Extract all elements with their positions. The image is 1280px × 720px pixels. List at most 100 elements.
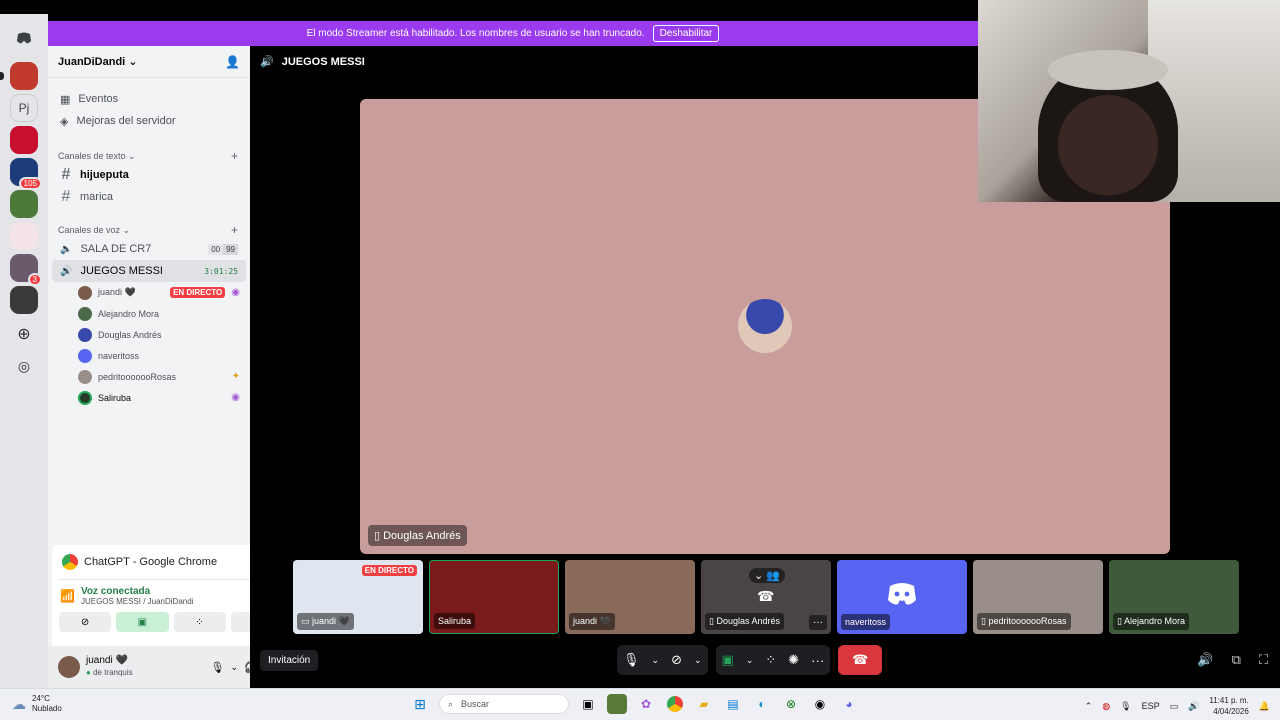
search-icon: ⌕ xyxy=(448,698,454,709)
activities-button[interactable]: ⁘ xyxy=(173,612,226,632)
avatar[interactable] xyxy=(58,656,80,678)
events-label: Eventos xyxy=(78,93,119,105)
channel-hijueputa[interactable]: # hijueputa xyxy=(52,164,246,186)
participant-tile[interactable]: EN DIRECTO ▭ juandi 🖤 xyxy=(293,560,423,634)
windows-start-icon[interactable]: ⊞ xyxy=(410,694,430,714)
popout-icon[interactable]: ⧉ xyxy=(1232,652,1241,668)
server-icon-1[interactable] xyxy=(0,62,38,90)
weather-widget[interactable]: ☁ 24°C Nublado xyxy=(12,694,62,714)
voice-user[interactable]: Saliruba ◉ xyxy=(48,387,250,408)
hangup-icon: ☎ xyxy=(852,652,869,667)
voice-user[interactable]: naveritoss xyxy=(48,345,250,366)
server-icon-pj[interactable]: Pj xyxy=(10,94,38,122)
disable-streamer-button[interactable]: Deshabilitar xyxy=(652,25,720,42)
tile-actions-icon[interactable]: ⌄ 👥 xyxy=(749,568,785,583)
network-icon[interactable]: ▭ xyxy=(1170,701,1179,712)
participant-tile[interactable]: ⌄ 👥 ☎ ▯ Douglas Andrés ··· xyxy=(701,560,831,634)
discord-taskbar-icon[interactable]: ◕ xyxy=(839,694,859,714)
participant-tile[interactable]: ▯ pedritooooooRosas xyxy=(973,560,1103,634)
audio-video-controls: 🎙 ⌄ ⊘ ⌄ xyxy=(617,645,708,675)
chrome-icon[interactable] xyxy=(665,694,685,714)
voice-channel-juegos[interactable]: 🔊 JUEGOS MESSI 3:01:25 xyxy=(52,260,246,282)
discord-home-icon[interactable] xyxy=(10,24,38,52)
chevron-down-icon[interactable]: ⌄ xyxy=(652,655,660,666)
voice-user[interactable]: juandi 🖤 EN DIRECTO ◉ xyxy=(48,282,250,303)
chevron-down-icon[interactable]: ⌄ xyxy=(230,662,238,673)
chevron-down-icon[interactable]: ⌄ xyxy=(694,655,702,666)
webcam-overlay xyxy=(978,0,1280,202)
microphone-icon[interactable]: 🎙 xyxy=(210,661,224,674)
focused-name-label: ▯ Douglas Andrés xyxy=(368,525,467,546)
fullscreen-icon[interactable]: ⛶ xyxy=(1259,652,1268,668)
participant-tiles: EN DIRECTO ▭ juandi 🖤 Saliruba juandi 🖤 … xyxy=(293,560,1239,634)
camera-off-icon[interactable]: ⊘ xyxy=(671,652,682,668)
voice-channel-sala[interactable]: 🔈 SALA DE CR7 00 99 xyxy=(52,238,246,260)
add-member-icon[interactable]: 👤 xyxy=(225,55,240,69)
microphone-icon[interactable]: 🎙 xyxy=(623,652,640,668)
camera-button[interactable]: ⊘ xyxy=(59,612,112,632)
xbox-icon[interactable]: ⊗ xyxy=(781,694,801,714)
screen-share-button[interactable]: ▣ xyxy=(116,612,169,632)
streamer-mode-bar: El modo Streamer está habilitado. Los no… xyxy=(48,21,978,46)
add-server-icon[interactable]: ⊕ xyxy=(10,320,38,348)
server-icon-4[interactable]: 3 xyxy=(10,254,42,286)
taskbar-apps: ⊞ ⌕ Buscar ▣ ✿ ▰ ▤ ◐ ⊗ ◉ ◕ xyxy=(410,694,859,714)
server-icon-105[interactable]: 105 xyxy=(10,158,42,190)
voice-user[interactable]: pedritooooooRosas ✦ xyxy=(48,366,250,387)
participant-tile[interactable]: juandi 🖤 xyxy=(565,560,695,634)
voice-user-name: Alejandro Mora xyxy=(98,308,160,319)
participant-tile[interactable]: ▯ Alejandro Mora xyxy=(1109,560,1239,634)
channel-marica[interactable]: # marica xyxy=(52,186,246,208)
volume-icon[interactable]: 🔊 xyxy=(1197,652,1213,668)
server-icon-bulls[interactable] xyxy=(10,126,38,154)
tile-name: Saliruba xyxy=(434,613,476,629)
language-indicator[interactable]: ESP xyxy=(1142,701,1160,711)
system-tray: ⌃ ◍ 🎙 ESP ▭ 🔊 11:41 p. m. 4/04/2026 🔔 xyxy=(1085,695,1270,717)
taskbar-search[interactable]: ⌕ Buscar xyxy=(439,694,569,714)
call-controls: 🎙 ⌄ ⊘ ⌄ ▣ ⌄ ⁘ ✺ ··· ☎ xyxy=(617,645,883,675)
obs-icon[interactable]: ◉ xyxy=(810,694,830,714)
server-header[interactable]: JuanDiDandi ⌄ 👤 xyxy=(48,46,250,78)
server-icon-3[interactable] xyxy=(10,222,38,250)
channel-title: JUEGOS MESSI xyxy=(281,55,365,68)
microphone-icon[interactable]: 🎙 xyxy=(1120,701,1131,712)
screen-share-icon[interactable]: ▣ xyxy=(722,652,734,668)
copilot-icon[interactable]: ✿ xyxy=(636,694,656,714)
notification-bell-icon[interactable]: 🔔 xyxy=(1259,701,1270,712)
more-icon[interactable]: ··· xyxy=(811,653,824,668)
participant-tile[interactable]: Saliruba xyxy=(429,560,559,634)
tray-app-icon[interactable]: ◍ xyxy=(1102,701,1110,712)
voice-user[interactable]: Douglas Andrés xyxy=(48,324,250,345)
user-status: de tranquis xyxy=(93,668,133,677)
chevron-down-icon[interactable]: ⌄ xyxy=(746,655,754,666)
server-icon-2[interactable] xyxy=(10,190,38,218)
temperature: 24°C xyxy=(32,694,50,703)
minecraft-icon[interactable] xyxy=(607,694,627,714)
task-view-icon[interactable]: ▣ xyxy=(578,694,598,714)
disconnect-button[interactable]: ☎ xyxy=(838,645,883,675)
sidebar-item-events[interactable]: ▦ Eventos xyxy=(52,88,246,110)
chrome-icon xyxy=(62,554,78,570)
add-channel-icon[interactable]: + xyxy=(231,149,238,163)
discover-icon[interactable]: ◎ xyxy=(10,352,38,380)
file-explorer-icon[interactable]: ▰ xyxy=(694,694,714,714)
server-icon-5[interactable] xyxy=(10,286,38,314)
invite-button[interactable]: Invitación xyxy=(260,650,319,671)
volume-icon[interactable]: 🔊 xyxy=(1188,701,1199,712)
add-channel-icon[interactable]: + xyxy=(231,223,238,237)
chevron-up-icon[interactable]: ⌃ xyxy=(1085,701,1093,712)
voice-category-label: Canales de voz xyxy=(58,224,121,235)
soundboard-icon[interactable]: ✺ xyxy=(788,652,799,668)
voice-user[interactable]: Alejandro Mora xyxy=(48,303,250,324)
more-icon[interactable]: ··· xyxy=(809,615,827,630)
clock[interactable]: 11:41 p. m. 4/04/2026 xyxy=(1209,695,1248,717)
participant-tile[interactable]: naveritoss xyxy=(837,560,967,634)
edge-icon[interactable]: ◐ xyxy=(752,694,772,714)
signal-icon[interactable]: 📶 xyxy=(60,589,75,603)
store-icon[interactable]: ▤ xyxy=(723,694,743,714)
voice-category[interactable]: Canales de voz ⌄ + xyxy=(48,222,250,238)
sidebar-item-boosts[interactable]: ◈ Mejoras del servidor xyxy=(52,110,246,132)
text-category[interactable]: Canales de texto ⌄ + xyxy=(48,148,250,164)
activities-icon[interactable]: ⁘ xyxy=(765,652,776,668)
voice-status-label: Voz conectada xyxy=(80,586,151,597)
